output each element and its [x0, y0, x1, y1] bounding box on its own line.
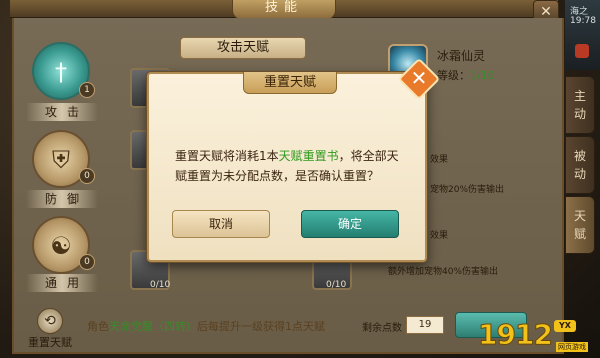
- close-icon[interactable]: ✕: [404, 63, 434, 93]
- tab-attack-badge: 1: [79, 82, 95, 98]
- confirm-button[interactable]: 确定: [301, 210, 399, 238]
- side-tab-passive-skills[interactable]: 被动: [565, 136, 595, 194]
- side-tab-active-skills[interactable]: 主动: [565, 76, 595, 134]
- watermark-badge: YX: [554, 320, 576, 332]
- side-tab-talents[interactable]: 天赋: [565, 196, 595, 254]
- talent-gain-info: 角色天命觉醒（四转）后每提升一级获得1点天赋: [87, 320, 325, 333]
- talent-slot-count: 0/10: [326, 280, 347, 290]
- window-title: 技能: [232, 0, 336, 20]
- dialog-title: 重置天赋: [243, 72, 337, 94]
- tab-defense-label: 防御: [26, 190, 98, 208]
- dialog-message: 重置天赋将消耗1本天赋重置书，将全部天赋重置为未分配点数，是否确认重置？: [175, 149, 399, 183]
- tab-defense-badge: 0: [79, 168, 95, 184]
- remaining-points-label: 剩余点数: [362, 323, 402, 334]
- hud-time: 19:78: [570, 16, 596, 26]
- talent-effect-fragment: 效果: [430, 155, 449, 165]
- talent-effect-fragment: 额外增加宠物40%伤害输出: [388, 267, 499, 277]
- watermark-number: 1912: [478, 318, 554, 352]
- tab-general-label: 通用: [26, 274, 98, 292]
- tab-general-badge: 0: [79, 254, 95, 270]
- reset-talent-icon[interactable]: ⟲: [37, 308, 63, 334]
- talent-tree-header: 攻击天赋: [180, 37, 306, 59]
- talent-name: 冰霜仙灵: [437, 49, 486, 63]
- watermark-subtitle: 网页游戏: [556, 342, 588, 352]
- talent-slot-count: 0/10: [150, 280, 171, 290]
- talent-category-list: † 1 攻击 ⛨ 0 防御 ☯ 0 通用: [24, 30, 108, 302]
- reset-talent-label[interactable]: 重置天赋: [28, 334, 72, 350]
- hud-flag-icon[interactable]: [575, 44, 589, 58]
- talent-effect-fragment: 效果: [430, 231, 449, 241]
- tab-attack-label: 攻击: [26, 103, 98, 121]
- talent-effect-fragment: 宠物20%伤害输出: [430, 185, 505, 195]
- remaining-points-value: 19: [406, 316, 444, 334]
- talent-level: 等级：1/10: [437, 69, 495, 82]
- cancel-button[interactable]: 取消: [172, 210, 270, 238]
- site-watermark-logo: 1912 YX 网页游戏: [478, 318, 600, 358]
